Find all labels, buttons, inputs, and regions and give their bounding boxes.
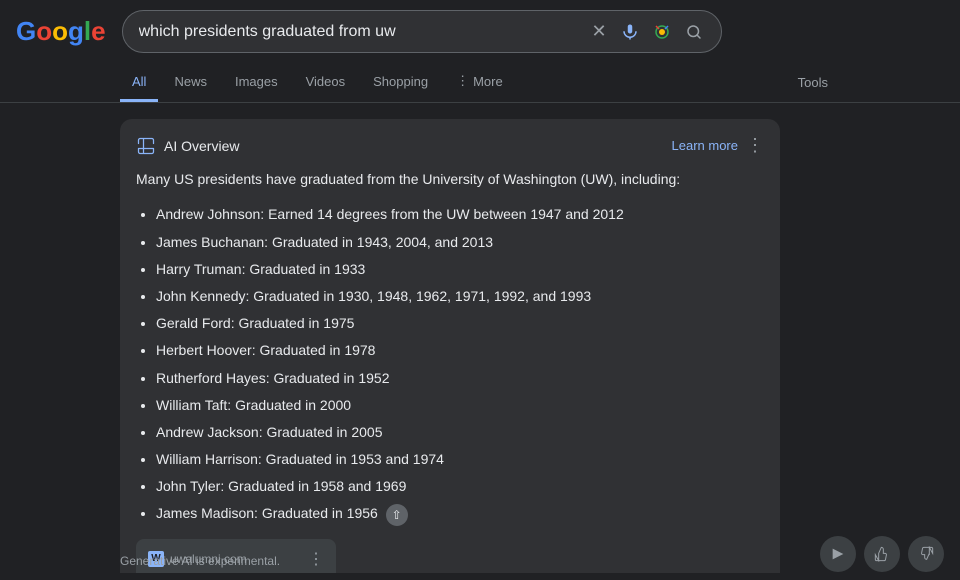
tab-all[interactable]: All: [120, 64, 158, 102]
search-bar: ✕: [122, 10, 722, 53]
more-dots-icon: ⋮: [456, 73, 469, 89]
report-icon: [830, 546, 846, 562]
generative-ai-notice: Generative AI is experimental.: [120, 554, 280, 568]
ai-actions: Learn more ⋮: [672, 135, 764, 156]
learn-more-link[interactable]: Learn more: [672, 138, 738, 153]
tools-button[interactable]: Tools: [786, 65, 840, 100]
list-item: John Tyler: Graduated in 1958 and 1969: [156, 474, 764, 499]
tab-images[interactable]: Images: [223, 64, 290, 102]
thumbs-up-icon: [874, 546, 890, 562]
ai-title-row: AI Overview: [136, 136, 239, 156]
main-content: AI Overview Learn more ⋮ Many US preside…: [0, 103, 960, 573]
tab-videos[interactable]: Videos: [294, 64, 358, 102]
list-item: Rutherford Hayes: Graduated in 1952: [156, 366, 764, 391]
thumbs-down-button[interactable]: [908, 536, 944, 572]
list-item: John Kennedy: Graduated in 1930, 1948, 1…: [156, 284, 764, 309]
header: Google ✕: [0, 0, 960, 63]
list-item: Andrew Johnson: Earned 14 degrees from t…: [156, 202, 764, 227]
list-item: Harry Truman: Graduated in 1933: [156, 257, 764, 282]
ai-overview-title: AI Overview: [164, 138, 239, 154]
mic-icon: [621, 23, 639, 41]
ai-overview-icon: [136, 136, 156, 156]
list-item: William Harrison: Graduated in 1953 and …: [156, 447, 764, 472]
list-item: Herbert Hoover: Graduated in 1978: [156, 338, 764, 363]
google-logo: Google: [16, 16, 106, 47]
search-icon: [685, 23, 703, 41]
ai-overview-card: AI Overview Learn more ⋮ Many US preside…: [120, 119, 780, 573]
source-menu-icon[interactable]: ⋮: [308, 549, 324, 569]
ai-overview-header: AI Overview Learn more ⋮: [136, 135, 764, 156]
collapse-button[interactable]: ⇧: [386, 504, 408, 526]
list-item: William Taft: Graduated in 2000: [156, 393, 764, 418]
search-button[interactable]: [683, 21, 705, 43]
list-item: James Madison: Graduated in 1956 ⇧: [156, 501, 764, 526]
nav-tabs: All News Images Videos Shopping ⋮ More T…: [0, 63, 960, 103]
report-button[interactable]: [820, 536, 856, 572]
feedback-icons: [820, 536, 944, 572]
list-item: Andrew Jackson: Graduated in 2005: [156, 420, 764, 445]
thumbs-down-icon: [918, 546, 934, 562]
list-item: James Buchanan: Graduated in 1943, 2004,…: [156, 230, 764, 255]
voice-search-button[interactable]: [619, 21, 641, 43]
tab-more-label: More: [473, 74, 503, 89]
more-options-icon[interactable]: ⋮: [746, 135, 764, 156]
presidents-list: Andrew Johnson: Earned 14 degrees from t…: [136, 202, 764, 526]
clear-button[interactable]: ✕: [590, 19, 609, 44]
search-icons: ✕: [590, 19, 705, 44]
search-input[interactable]: [139, 23, 582, 41]
tab-news[interactable]: News: [162, 64, 219, 102]
lens-icon: [653, 23, 671, 41]
tab-shopping[interactable]: Shopping: [361, 64, 440, 102]
ai-intro-text: Many US presidents have graduated from t…: [136, 168, 764, 190]
tab-more[interactable]: ⋮ More: [444, 63, 515, 102]
list-item: Gerald Ford: Graduated in 1975: [156, 311, 764, 336]
lens-button[interactable]: [651, 21, 673, 43]
clear-icon: ✕: [592, 21, 607, 42]
thumbs-up-button[interactable]: [864, 536, 900, 572]
chevron-up-icon: ⇧: [392, 508, 402, 522]
